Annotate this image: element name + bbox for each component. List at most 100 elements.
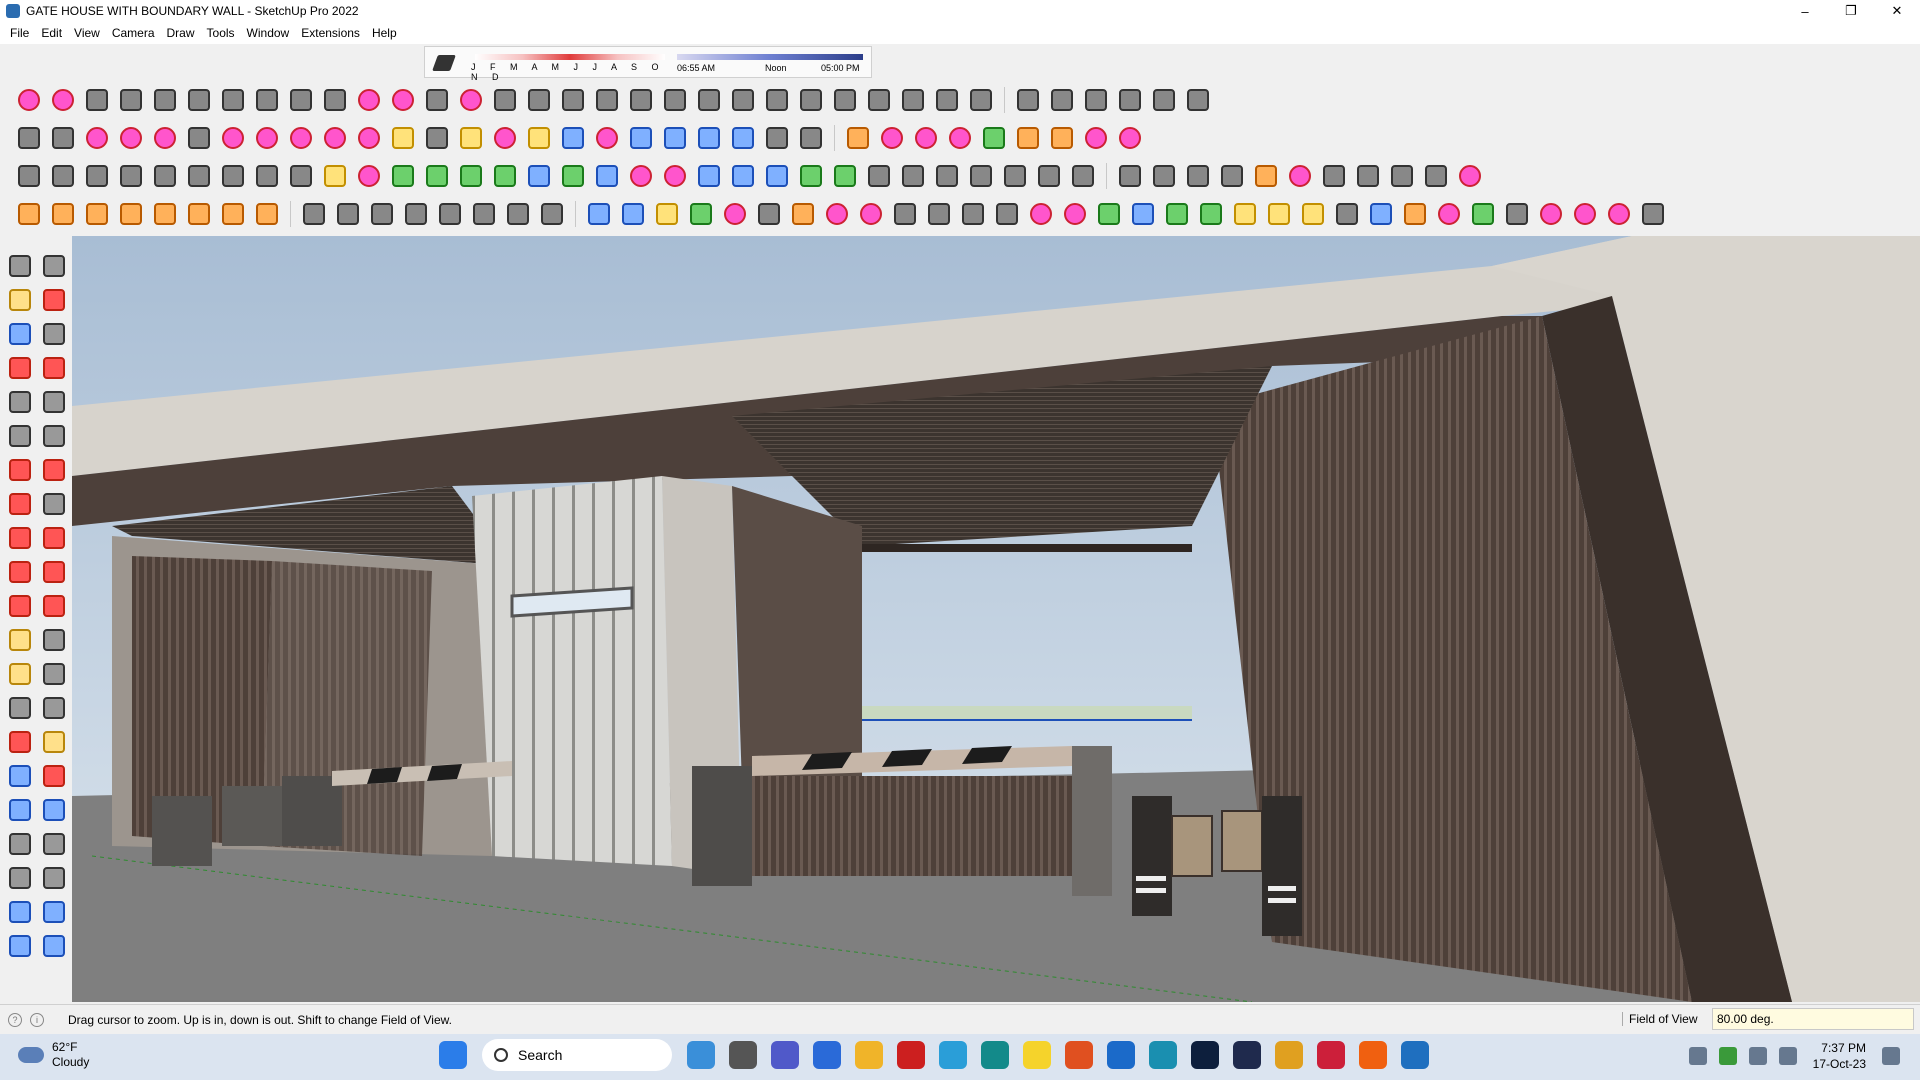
orbit-tool-icon[interactable]	[5, 727, 33, 755]
protractor-icon[interactable]	[662, 163, 688, 189]
spiral-icon[interactable]	[1300, 201, 1326, 227]
grammarly-icon[interactable]	[1065, 1041, 1093, 1069]
month-slider[interactable]: J F M A M J J A S O N D	[471, 51, 669, 82]
light-icon[interactable]	[50, 201, 76, 227]
ies-light-icon[interactable]	[152, 201, 178, 227]
rotated-rectangle-icon[interactable]	[458, 163, 484, 189]
fillet-icon[interactable]	[152, 87, 178, 113]
photoshop-icon[interactable]	[1191, 1041, 1219, 1069]
polyline-icon[interactable]	[118, 87, 144, 113]
soundcloud-icon[interactable]	[1359, 1041, 1387, 1069]
menu-tools[interactable]: Tools	[201, 26, 241, 40]
lock-icon[interactable]	[1219, 163, 1245, 189]
look-around-icon[interactable]	[39, 829, 67, 857]
ext-manager-tool-icon[interactable]	[39, 931, 67, 959]
follow-me-icon[interactable]	[254, 125, 280, 151]
sketchup-taskbar-icon[interactable]	[1401, 1041, 1429, 1069]
cut-line-icon[interactable]	[356, 87, 382, 113]
text-icon[interactable]	[424, 125, 450, 151]
plane-icon[interactable]	[620, 201, 646, 227]
network-app-icon[interactable]	[1718, 1047, 1737, 1065]
pie-icon[interactable]	[560, 163, 586, 189]
measurements-input[interactable]: 80.00 deg.	[1712, 1008, 1914, 1030]
ext-warehouse-tool-icon[interactable]	[39, 897, 67, 925]
join-icon[interactable]	[288, 87, 314, 113]
connect-icon[interactable]	[390, 87, 416, 113]
3d-text-icon[interactable]	[730, 163, 756, 189]
calculator-icon[interactable]	[813, 1041, 841, 1069]
roof-tool-icon[interactable]	[1355, 163, 1381, 189]
opera-icon[interactable]	[897, 1041, 925, 1069]
notification-bell-icon[interactable]	[1882, 1047, 1900, 1065]
front-view-icon[interactable]	[118, 163, 144, 189]
app-3-icon[interactable]	[1149, 1041, 1177, 1069]
menu-draw[interactable]: Draw	[161, 26, 201, 40]
railing-icon[interactable]	[560, 87, 586, 113]
lamp-icon[interactable]	[118, 201, 144, 227]
wireframe-icon[interactable]	[934, 163, 960, 189]
cross-icon[interactable]	[1062, 201, 1088, 227]
sandbox-icon[interactable]	[798, 125, 824, 151]
solid-outer-shell-icon[interactable]	[879, 125, 905, 151]
line-tool-icon[interactable]	[5, 353, 33, 381]
door-icon[interactable]	[858, 201, 884, 227]
section-display-icon[interactable]	[288, 163, 314, 189]
plugin-3-icon[interactable]	[1572, 201, 1598, 227]
line-icon[interactable]	[594, 163, 620, 189]
rectangle-tool-icon[interactable]	[5, 387, 33, 415]
bend-icon[interactable]	[790, 201, 816, 227]
pan-tool-icon[interactable]	[39, 727, 67, 755]
text-tool-icon[interactable]	[39, 659, 67, 687]
curve-tool-icon[interactable]	[16, 87, 42, 113]
proxy-icon[interactable]	[301, 201, 327, 227]
affinity-icon[interactable]	[1233, 1041, 1261, 1069]
start-icon[interactable]	[439, 1041, 467, 1069]
right-view-icon[interactable]	[152, 163, 178, 189]
plugin-5-icon[interactable]	[1640, 201, 1666, 227]
zoom-active-icon[interactable]	[5, 761, 33, 789]
zoom-extents-tool-icon[interactable]	[5, 795, 33, 823]
eraser-tool-icon[interactable]	[39, 285, 67, 313]
tag-icon[interactable]	[356, 163, 382, 189]
cone-icon[interactable]	[1164, 201, 1190, 227]
sphere-icon[interactable]	[471, 201, 497, 227]
zoom-tool-icon[interactable]	[560, 125, 586, 151]
cube-icon[interactable]	[369, 201, 395, 227]
triangle-icon[interactable]	[1232, 201, 1258, 227]
compass-icon[interactable]	[1368, 201, 1394, 227]
position-camera-icon[interactable]	[5, 829, 33, 857]
pan-icon[interactable]	[526, 125, 552, 151]
file-explorer-icon[interactable]	[855, 1041, 883, 1069]
hidden-line-icon[interactable]	[968, 163, 994, 189]
arc-2-icon[interactable]	[492, 163, 518, 189]
menu-file[interactable]: File	[4, 26, 35, 40]
profile-icon[interactable]	[628, 87, 654, 113]
array-icon[interactable]	[798, 87, 824, 113]
polygon-icon[interactable]	[424, 163, 450, 189]
clock[interactable]: 7:37 PM 17-Oct-23	[1813, 1040, 1866, 1072]
menu-edit[interactable]: Edit	[35, 26, 68, 40]
warehouse-icon[interactable]	[1185, 87, 1211, 113]
sweep-icon[interactable]	[730, 87, 756, 113]
paint-icon[interactable]	[5, 285, 33, 313]
component-icon[interactable]	[322, 163, 348, 189]
volume-icon[interactable]	[1778, 1047, 1797, 1065]
tape-measure-icon[interactable]	[390, 125, 416, 151]
solid-trim-icon[interactable]	[1015, 125, 1041, 151]
freehand-tool-icon[interactable]	[39, 353, 67, 381]
match-photo-icon[interactable]	[832, 163, 858, 189]
rectangle-icon[interactable]	[186, 125, 212, 151]
protractor-tool-icon[interactable]	[5, 659, 33, 687]
move-icon[interactable]	[288, 125, 314, 151]
face-icon[interactable]	[586, 201, 612, 227]
pyramid-icon[interactable]	[1198, 201, 1224, 227]
plugin-4-icon[interactable]	[1606, 201, 1632, 227]
gear-icon[interactable]	[1334, 201, 1360, 227]
scatter-icon[interactable]	[335, 201, 361, 227]
select-icon[interactable]	[50, 125, 76, 151]
plugin-2-icon[interactable]	[1538, 201, 1564, 227]
sun-icon[interactable]	[16, 201, 42, 227]
skew-icon[interactable]	[866, 87, 892, 113]
tape-tool-icon[interactable]	[5, 625, 33, 653]
monochrome-icon[interactable]	[1070, 163, 1096, 189]
